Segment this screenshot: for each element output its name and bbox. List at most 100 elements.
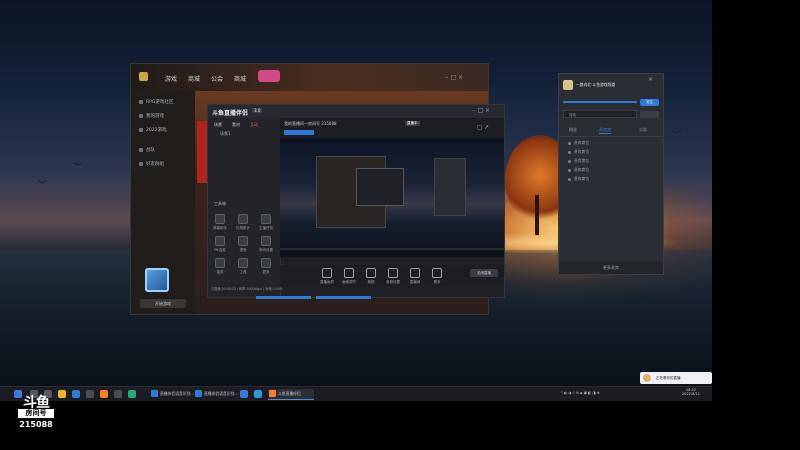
list-item[interactable]: 贵宾席位	[568, 176, 589, 182]
event-badge-icon[interactable]	[258, 70, 280, 82]
user-icon	[568, 177, 571, 181]
tab-notice[interactable]: 公告	[639, 127, 647, 133]
gift-icon	[238, 214, 248, 224]
community-icon	[139, 99, 143, 104]
image-adjust-icon	[344, 268, 354, 278]
edge-icon[interactable]	[254, 390, 262, 398]
tray-icons[interactable]: ⌃ ◐ ◑ ♪ ✉ ◈ ▣ ◧ ◨ ⊕	[560, 391, 600, 395]
tool-room-settings[interactable]: 房间设置	[257, 236, 275, 253]
recorder-left-panel: 场景 素材 互动 场景1 工具箱 弹幕助手 礼物统计 主播任务 PK连麦 语音 …	[208, 118, 283, 297]
app-icon[interactable]	[114, 390, 122, 398]
tab-interactive[interactable]: 互动	[250, 122, 258, 128]
tool-image-adjust[interactable]: 画面调节	[338, 268, 360, 285]
client-window-controls: – □ ×	[443, 74, 464, 81]
close-icon[interactable]: ×	[647, 76, 654, 83]
stream-preview[interactable]	[280, 138, 504, 257]
tool-tasks[interactable]: 主播任务	[257, 214, 275, 231]
screenshot-icon[interactable]: ▢	[476, 124, 483, 131]
chat-footer-button[interactable]: 更多贵宾	[559, 262, 663, 274]
recorder-title: 斗鱼直播伴侣	[212, 110, 249, 117]
tab-mall[interactable]: 商城	[234, 74, 246, 83]
preview-seekbar[interactable]	[280, 248, 504, 250]
tab-scenes[interactable]: 场景	[214, 122, 222, 128]
list-item[interactable]: 贵宾席位	[568, 149, 589, 155]
more-icon	[432, 268, 442, 278]
user-icon	[568, 168, 571, 172]
notification-toast[interactable]: 正在看你的直播	[640, 372, 712, 384]
tab-materials[interactable]: 素材	[232, 122, 240, 128]
sidebar-item-friends[interactable]: 好友群组	[139, 161, 164, 167]
stop-stream-button[interactable]: 关闭直播	[470, 269, 498, 277]
tool-quality[interactable]: 直播画质	[316, 268, 338, 285]
chat-panel-window: 一路向北·斗鱼游戏频道 × 关注 搜索 粉丝 贵宾席 公告 贵宾席位 贵宾席位 …	[558, 73, 664, 275]
tab-vip[interactable]: 贵宾席	[599, 127, 611, 134]
app-icon[interactable]	[128, 390, 136, 398]
share-icon[interactable]: ↗	[483, 124, 490, 131]
list-item[interactable]: 贵宾席位	[568, 140, 589, 146]
tool-audio[interactable]: 音频设置	[382, 268, 404, 285]
start-game-button[interactable]: 开始游戏	[140, 299, 186, 308]
close-icon[interactable]: ×	[457, 74, 464, 81]
maximize-icon[interactable]: □	[477, 107, 484, 114]
tool-gift-stats[interactable]: 礼物统计	[234, 214, 252, 231]
chat-window-controls: ×	[647, 76, 654, 83]
tool-tools[interactable]: 工具	[234, 258, 252, 275]
bird-icon: ︶	[38, 181, 48, 191]
search-button[interactable]	[640, 111, 659, 118]
scene-item[interactable]: 场景1	[220, 131, 231, 137]
app-icon[interactable]	[100, 390, 108, 398]
tab-guild[interactable]: 公会	[211, 74, 223, 83]
close-icon[interactable]: ×	[484, 107, 491, 114]
user-icon	[568, 159, 571, 163]
browser-icon[interactable]	[72, 390, 80, 398]
client-logo-icon	[139, 72, 148, 81]
tool-more[interactable]: 更多	[257, 258, 275, 275]
watermark-room-label: 房间号	[18, 409, 54, 418]
minimize-icon[interactable]: –	[470, 107, 477, 114]
audio-icon	[388, 268, 398, 278]
tool-voice[interactable]: 语音	[234, 236, 252, 253]
tool-live-room[interactable]: 直播间	[404, 268, 426, 285]
follow-button[interactable]: 关注	[640, 99, 659, 106]
lottery-icon	[215, 258, 225, 268]
app-icon[interactable]	[86, 390, 94, 398]
chat-search-input[interactable]: 搜索	[563, 110, 637, 118]
channel-title: 一路向北·斗鱼游戏频道	[576, 82, 616, 87]
tool-pk[interactable]: PK连麦	[211, 236, 229, 253]
sidebar-item-2022[interactable]: 2022游戏	[139, 127, 166, 133]
desktop: ︶ ︶ ︶ 游戏 商城 公会 商城 – □ × RPG游戏社区 我的游戏 2022游…	[0, 0, 712, 401]
tab-games[interactable]: 游戏	[165, 74, 177, 83]
app-icon[interactable]	[240, 390, 248, 398]
folder-icon[interactable]	[58, 390, 66, 398]
recorder-titlebar: 斗鱼直播伴侣 3.0 – □ ×	[208, 105, 504, 118]
game-cube-icon[interactable]	[145, 268, 169, 292]
clock[interactable]: 18:42 2022/8/11	[682, 388, 700, 396]
tool-danmaku[interactable]: 弹幕助手	[211, 214, 229, 231]
tool-more-bottom[interactable]: 更多	[426, 268, 448, 285]
sidebar-item-community[interactable]: RPG游戏社区	[139, 99, 173, 105]
minimize-icon[interactable]: –	[443, 74, 450, 81]
tool-beauty[interactable]: 美颜	[360, 268, 382, 285]
taskbar-app-recorder-2[interactable]: 直播伴侣语音识别...	[194, 389, 242, 399]
recorder-icon	[151, 390, 158, 397]
taskbar-app-recorder-1[interactable]: 直播伴侣语音识别...	[150, 389, 198, 399]
streaming-assistant-window: 斗鱼直播伴侣 3.0 – □ × 场景 素材 互动 场景1 工具箱 弹幕助手 礼物统…	[207, 104, 505, 298]
list-item[interactable]: 贵宾席位	[568, 158, 589, 164]
sidebar-item-team[interactable]: 战队	[139, 147, 155, 153]
stream-quality-selector[interactable]	[284, 130, 314, 135]
recorder-icon	[195, 390, 202, 397]
list-item[interactable]: 贵宾席位	[568, 167, 589, 173]
sidebar-item-my-games[interactable]: 我的游戏	[139, 113, 164, 119]
taskbar-app-douyu[interactable]: 斗鱼直播伴侣	[268, 389, 314, 400]
team-icon	[139, 147, 143, 152]
maximize-icon[interactable]: □	[450, 74, 457, 81]
tab-fans[interactable]: 粉丝	[569, 127, 577, 133]
tool-lottery[interactable]: 抽奖	[211, 258, 229, 275]
tab-store[interactable]: 商城	[188, 74, 200, 83]
version-badge: 3.0	[252, 108, 263, 113]
toolbox-label: 工具箱	[214, 201, 226, 206]
user-icon	[568, 150, 571, 154]
header-icons: ▢ ↗	[476, 124, 490, 131]
right-black-strip	[712, 0, 800, 401]
live-room-icon	[410, 268, 420, 278]
